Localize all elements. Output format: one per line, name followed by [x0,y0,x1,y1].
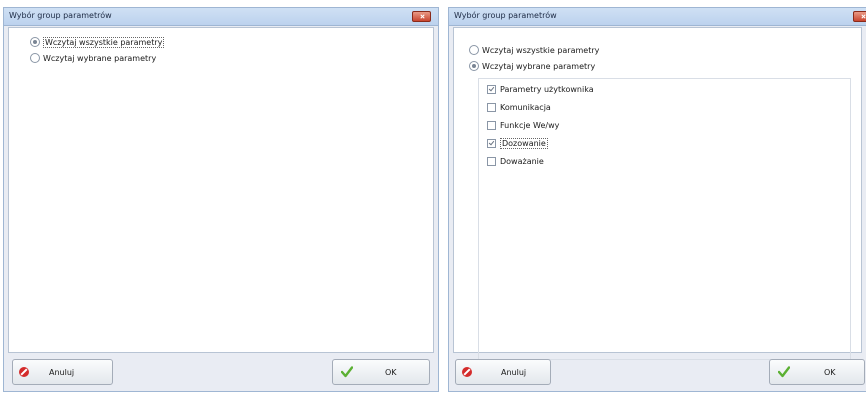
checkmark-icon [778,366,790,378]
checkmark-icon [341,366,353,378]
radio-label: Wczytaj wybrane parametry [43,53,157,63]
parameter-group-list: Parametry użytkownika Komunikacja Funkcj… [478,78,851,360]
checkbox-label: Doważanie [500,156,544,166]
cancel-label: Anuluj [501,368,527,377]
ok-label: OK [824,368,836,377]
cancel-button[interactable]: Anuluj [455,359,551,385]
radio-label: Wczytaj wszystkie parametry [43,36,165,48]
cancel-button[interactable]: Anuluj [12,359,113,385]
dialog-title: Wybór group parametrów [454,11,557,20]
checkbox-communication[interactable]: Komunikacja [487,100,551,114]
title-bar: Wybór group parametrów [449,8,866,26]
radio-load-all[interactable]: Wczytaj wszystkie parametry [469,43,599,57]
close-icon[interactable] [853,11,866,22]
dialog-load-all: Wybór group parametrów Wczytaj wszystkie… [3,7,439,392]
checkbox-checked[interactable] [487,138,496,148]
dialog-footer: Anuluj OK [4,353,438,391]
cancel-label: Anuluj [49,368,75,377]
radio-button-selected[interactable] [30,37,40,47]
ok-button[interactable]: OK [332,359,430,385]
cancel-icon [19,367,29,377]
dialog-load-selected: Wybór group parametrów Wczytaj wszystkie… [448,7,866,392]
checkbox[interactable] [487,156,496,166]
checkbox-topping-up[interactable]: Doważanie [487,154,544,168]
checkbox-label: Funkcje We/wy [500,120,560,130]
checkbox-label: Dozowanie [500,137,548,149]
dialog-content: Wczytaj wszystkie parametry Wczytaj wybr… [453,27,862,360]
dialog-footer: Anuluj OK [449,353,866,391]
radio-load-selected[interactable]: Wczytaj wybrane parametry [469,59,595,73]
ok-button[interactable]: OK [769,359,865,385]
radio-load-selected[interactable]: Wczytaj wybrane parametry [30,51,156,65]
checkbox[interactable] [487,120,496,130]
checkbox[interactable] [487,102,496,112]
checkbox-checked[interactable] [487,84,496,94]
radio-load-all[interactable]: Wczytaj wszystkie parametry [30,35,165,49]
radio-button-selected[interactable] [469,61,479,71]
checkbox-label: Parametry użytkownika [500,84,594,94]
cancel-icon [462,367,472,377]
dialog-content: Wczytaj wszystkie parametry Wczytaj wybr… [8,27,434,353]
radio-button[interactable] [469,45,479,55]
title-bar: Wybór group parametrów [4,8,438,26]
radio-label: Wczytaj wszystkie parametry [482,45,600,55]
ok-label: OK [385,368,397,377]
radio-button[interactable] [30,53,40,63]
dialog-title: Wybór group parametrów [9,11,112,20]
checkbox-label: Komunikacja [500,102,551,112]
radio-label: Wczytaj wybrane parametry [482,61,596,71]
checkbox-io-functions[interactable]: Funkcje We/wy [487,118,559,132]
checkbox-dosing[interactable]: Dozowanie [487,136,548,150]
close-icon[interactable] [412,11,431,22]
checkbox-user-parameters[interactable]: Parametry użytkownika [487,82,594,96]
